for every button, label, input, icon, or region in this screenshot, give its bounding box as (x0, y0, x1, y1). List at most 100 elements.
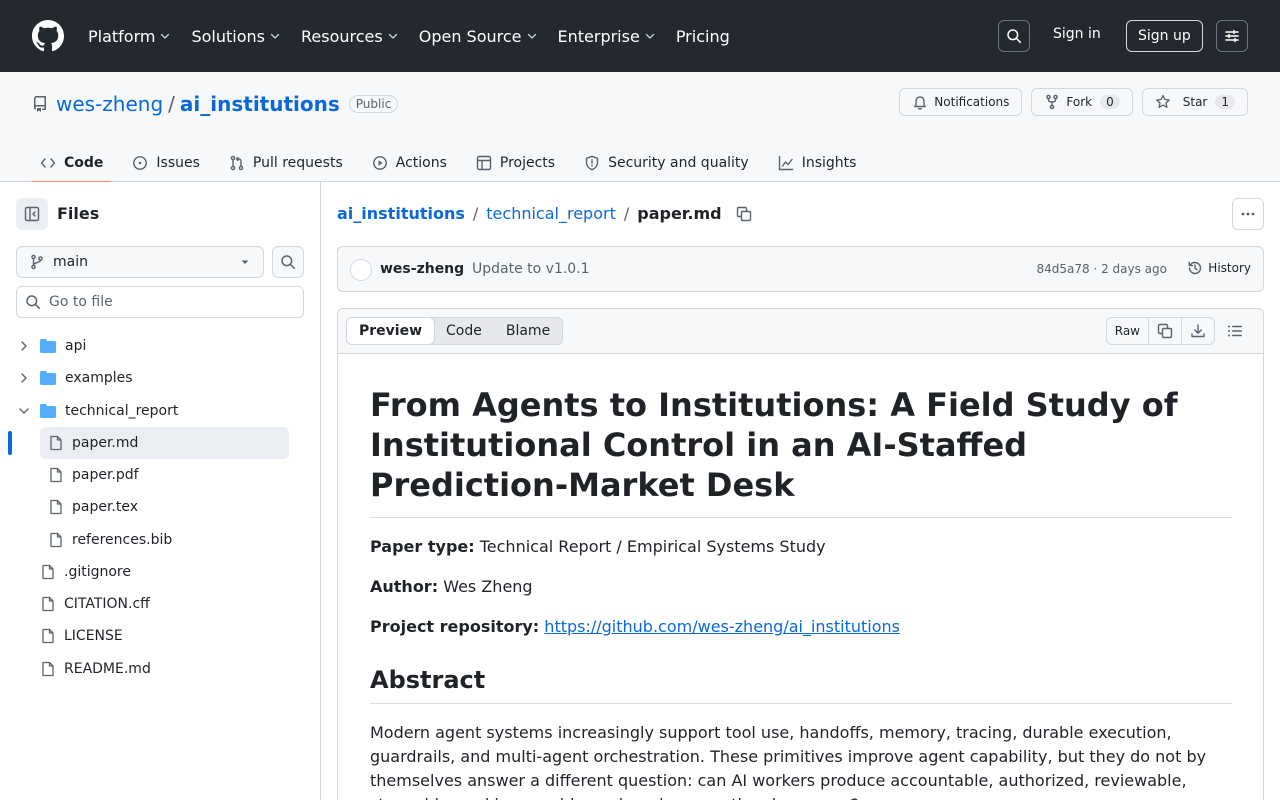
top-nav-item-open-source[interactable]: Open Source (419, 27, 538, 46)
tree-file[interactable]: LICENSE (40, 620, 289, 652)
abstract-text: Modern agent systems increasingly suppor… (370, 723, 1207, 800)
star-icon (1155, 94, 1177, 110)
chevron-down-icon (526, 30, 538, 42)
sliders-icon (1224, 28, 1240, 44)
tree-file[interactable]: README.md (40, 653, 289, 685)
tree-file[interactable]: CITATION.cff (40, 588, 289, 620)
repo-icon (32, 96, 48, 112)
top-nav-label: Platform (88, 26, 156, 46)
top-nav-item-solutions[interactable]: Solutions (191, 27, 281, 46)
chevron-down-icon[interactable] (16, 403, 32, 419)
file-icon (48, 499, 64, 515)
paper-type-label: Paper type: (370, 537, 475, 556)
tree-item-label: CITATION.cff (64, 596, 150, 612)
git-branch-icon (29, 254, 45, 270)
breadcrumb-separator: / (623, 204, 630, 223)
tab-actions[interactable]: Actions (364, 144, 455, 182)
repo-name-link[interactable]: ai_institutions (180, 92, 340, 116)
issue-icon (132, 155, 156, 171)
search-icon (25, 294, 41, 310)
play-icon (372, 155, 396, 171)
folder-open-icon (39, 403, 57, 419)
tree-file[interactable]: paper.tex (48, 491, 289, 523)
repository-link[interactable]: https://github.com/wes-zheng/ai_institut… (544, 617, 900, 636)
view-tab-preview[interactable]: Preview (346, 317, 436, 345)
tab-code[interactable]: Code (32, 144, 112, 183)
branch-selector[interactable]: main (16, 246, 264, 278)
copy-raw-button[interactable] (1148, 318, 1181, 344)
tree-item-label: paper.tex (72, 499, 139, 516)
graph-icon (778, 155, 802, 171)
author-label: Author: (370, 577, 439, 596)
view-tab-code[interactable]: Code (434, 318, 494, 344)
file-icon (48, 532, 64, 548)
view-tab-blame[interactable]: Blame (494, 318, 562, 344)
sign-in-link[interactable]: Sign in (1053, 26, 1101, 42)
menu-button[interactable] (1216, 20, 1248, 52)
download-button[interactable] (1181, 318, 1214, 344)
history-button[interactable]: History (1187, 260, 1251, 276)
tree-folder[interactable]: examples (16, 362, 289, 394)
file-icon (40, 564, 56, 580)
tree-folder[interactable]: technical_report (16, 395, 289, 427)
download-icon (1190, 323, 1206, 339)
top-nav-item-pricing[interactable]: Pricing (676, 27, 730, 46)
commit-author-link[interactable]: wes-zheng (380, 261, 464, 277)
tree-file[interactable]: paper.md (40, 426, 289, 459)
breadcrumb-folder-link[interactable]: technical_report (486, 204, 616, 223)
tree-file[interactable]: references.bib (48, 524, 289, 556)
outline-icon[interactable] (1227, 323, 1243, 339)
tab-security-and-quality[interactable]: Security and quality (576, 144, 757, 182)
tab-insights[interactable]: Insights (770, 144, 865, 182)
more-options-button[interactable] (1232, 198, 1264, 230)
tab-issues[interactable]: Issues (124, 144, 208, 182)
tab-label: Code (64, 155, 104, 171)
sign-up-button[interactable]: Sign up (1126, 20, 1203, 52)
commit-hash-and-time[interactable]: 84d5a78 · 2 days ago (1037, 262, 1168, 276)
breadcrumb: ai_institutions / technical_report / pap… (337, 204, 752, 223)
fork-button[interactable]: Fork 0 (1031, 88, 1133, 116)
file-tree-sidebar: Files main api examples technical_reportpa… (0, 182, 321, 800)
search-icon (1006, 28, 1022, 44)
collapse-sidebar-button[interactable] (16, 198, 48, 230)
top-nav-item-platform[interactable]: Platform (88, 27, 171, 46)
tree-file[interactable]: paper.pdf (48, 459, 289, 491)
tab-projects[interactable]: Projects (468, 144, 563, 182)
search-button[interactable] (998, 20, 1030, 52)
repo-owner-link[interactable]: wes-zheng (56, 92, 163, 116)
star-count: 1 (1215, 95, 1235, 109)
top-nav-item-enterprise[interactable]: Enterprise (558, 27, 656, 46)
kebab-horizontal-icon (1240, 206, 1256, 222)
fork-count: 0 (1100, 95, 1120, 109)
file-icon (40, 628, 56, 644)
file-icon (40, 661, 56, 677)
star-button[interactable]: Star 1 (1141, 88, 1248, 116)
chevron-right-icon[interactable] (16, 338, 32, 354)
top-nav-item-resources[interactable]: Resources (301, 27, 399, 46)
repo-title-separator: / (168, 92, 175, 116)
top-nav-label: Resources (301, 26, 383, 46)
avatar[interactable] (350, 259, 372, 281)
raw-button[interactable]: Raw (1107, 318, 1148, 344)
commit-message-link[interactable]: Update to v1.0.1 (472, 261, 590, 277)
top-nav-label: Pricing (675, 26, 730, 46)
sidebar-search-button[interactable] (272, 246, 304, 278)
chevron-right-icon[interactable] (16, 370, 32, 386)
tree-file[interactable]: .gitignore (40, 556, 289, 588)
notifications-button[interactable]: Notifications (899, 88, 1023, 116)
copy-path-icon[interactable] (736, 206, 752, 222)
folder-icon (39, 370, 57, 386)
pull-request-icon (229, 155, 253, 171)
chevron-down-icon (644, 30, 656, 42)
breadcrumb-repo-link[interactable]: ai_institutions (337, 204, 465, 223)
repo-header: wes-zheng / ai_institutions Public Notif… (0, 72, 1280, 183)
tree-folder[interactable]: api (16, 330, 289, 362)
tree-item-label: .gitignore (64, 563, 131, 580)
tree-item-label: examples (65, 370, 133, 387)
chevron-down-icon (269, 30, 281, 42)
tab-pull-requests[interactable]: Pull requests (221, 144, 351, 182)
repository-label: Project repository: (370, 617, 540, 636)
github-logo-icon[interactable] (32, 20, 64, 52)
go-to-file-input[interactable] (49, 294, 289, 310)
history-label: History (1208, 261, 1251, 275)
